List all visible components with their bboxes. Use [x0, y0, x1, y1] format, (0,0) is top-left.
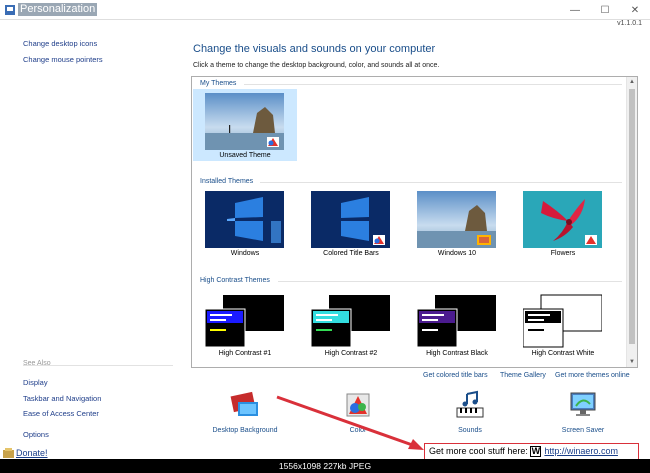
theme-preview — [311, 291, 390, 348]
theme-preview — [417, 291, 496, 348]
theme-label: High Contrast #1 — [218, 350, 272, 357]
scroll-up-icon[interactable]: ▲ — [629, 79, 635, 85]
theme-unsaved[interactable]: Unsaved Theme — [193, 89, 297, 161]
change-mouse-pointers-link[interactable]: Change mouse pointers — [23, 55, 103, 64]
theme-preview — [205, 191, 284, 248]
donate-link[interactable]: Donate! — [16, 448, 48, 458]
scroll-down-icon[interactable]: ▼ — [629, 359, 635, 365]
close-button[interactable]: ✕ — [620, 0, 650, 20]
promo-box: Get more cool stuff here: Whttp://winaer… — [424, 443, 639, 460]
ease-of-access-link[interactable]: Ease of Access Center — [23, 409, 99, 418]
theme-windows[interactable]: Windows — [193, 187, 297, 259]
display-link[interactable]: Display — [23, 378, 48, 387]
sounds-label[interactable]: Sounds — [425, 427, 515, 434]
theme-label: Unsaved Theme — [219, 152, 271, 159]
theme-preview — [205, 93, 284, 150]
theme-high-contrast-2[interactable]: High Contrast #2 — [299, 287, 403, 359]
color-label[interactable]: Color — [313, 427, 403, 434]
theme-gallery-link[interactable]: Theme Gallery — [500, 372, 546, 379]
group-title-my-themes: My Themes — [200, 80, 237, 87]
screen-saver-icon[interactable] — [568, 390, 598, 420]
scrollbar-thumb[interactable] — [629, 89, 635, 344]
options-link[interactable]: Options — [23, 430, 49, 439]
theme-label: Windows 10 — [437, 250, 477, 257]
page-title: Change the visuals and sounds on your co… — [193, 43, 436, 55]
desktop-background-label[interactable]: Desktop Background — [200, 427, 290, 434]
title-bar: Personalization — ☐ ✕ — [0, 0, 650, 20]
group-divider — [244, 84, 622, 85]
group-divider — [278, 281, 622, 282]
theme-high-contrast-white[interactable]: High Contrast White — [511, 287, 615, 359]
theme-preview — [311, 191, 390, 248]
taskbar-navigation-link[interactable]: Taskbar and Navigation — [23, 394, 101, 403]
theme-list[interactable]: ▲ ▼ My Themes Unsaved Theme Installed Th… — [191, 76, 638, 368]
left-panel: Change desktop icons Change mouse pointe… — [0, 20, 183, 458]
theme-preview — [523, 191, 602, 248]
theme-label: High Contrast Black — [426, 350, 488, 357]
theme-label: Flowers — [550, 250, 576, 257]
sounds-icon[interactable] — [455, 390, 485, 420]
image-info-bar: 1556x1098 227kb JPEG — [0, 459, 650, 473]
group-title-installed-themes: Installed Themes — [200, 178, 254, 185]
see-also-divider — [23, 365, 173, 366]
scrollbar[interactable]: ▲ ▼ — [626, 77, 637, 367]
window-title: Personalization — [18, 3, 98, 16]
theme-high-contrast-1[interactable]: High Contrast #1 — [193, 287, 297, 359]
winaero-link[interactable]: http://winaero.com — [544, 446, 618, 456]
maximize-button[interactable]: ☐ — [590, 0, 620, 20]
theme-label: High Contrast #2 — [324, 350, 378, 357]
version-label: v1.1.0.1 — [617, 20, 642, 27]
theme-preview — [205, 291, 284, 348]
theme-label: Windows — [230, 250, 260, 257]
get-colored-title-bars-link[interactable]: Get colored title bars — [423, 372, 488, 379]
promo-text: Get more cool stuff here: — [429, 446, 528, 456]
theme-preview — [417, 191, 496, 248]
theme-flowers[interactable]: Flowers — [511, 187, 615, 259]
theme-label: High Contrast White — [531, 350, 595, 357]
color-icon[interactable] — [343, 390, 373, 420]
desktop-background-icon[interactable] — [230, 390, 260, 420]
theme-colored-title-bars[interactable]: Colored Title Bars — [299, 187, 403, 259]
change-desktop-icons-link[interactable]: Change desktop icons — [23, 39, 97, 48]
theme-windows-10[interactable]: Windows 10 — [405, 187, 509, 259]
group-divider — [260, 182, 622, 183]
minimize-button[interactable]: — — [560, 0, 590, 20]
theme-preview — [523, 291, 602, 348]
page-subtitle: Click a theme to change the desktop back… — [193, 62, 440, 69]
donate-icon — [3, 448, 14, 458]
screen-saver-label[interactable]: Screen Saver — [538, 427, 628, 434]
get-more-themes-link[interactable]: Get more themes online — [555, 372, 630, 379]
theme-label: Colored Title Bars — [323, 250, 379, 257]
winaero-logo-icon: W — [530, 446, 542, 458]
theme-high-contrast-black[interactable]: High Contrast Black — [405, 287, 509, 359]
group-title-high-contrast-themes: High Contrast Themes — [200, 277, 270, 284]
app-icon — [5, 5, 15, 15]
